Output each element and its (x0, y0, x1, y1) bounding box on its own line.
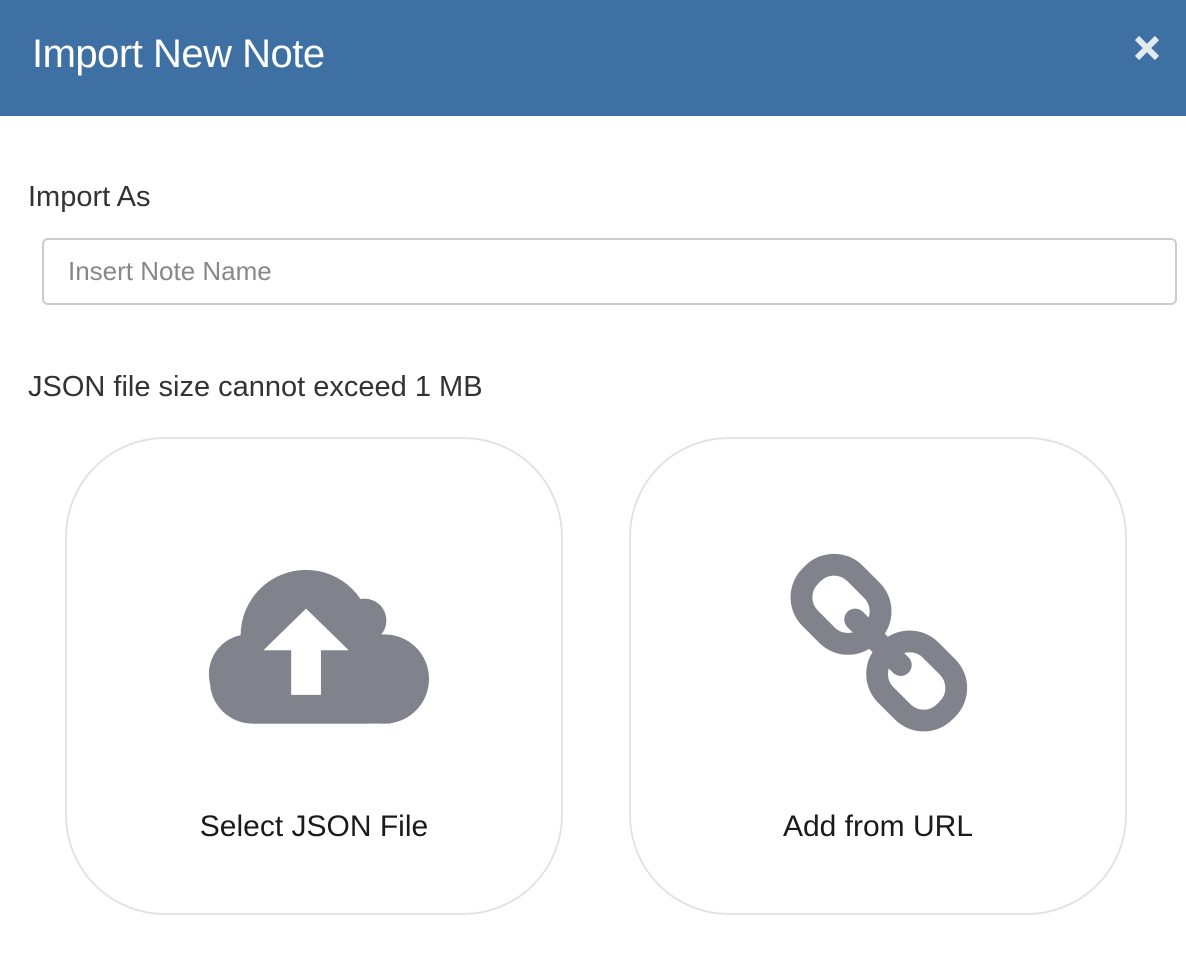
file-size-note: JSON file size cannot exceed 1 MB (28, 371, 483, 403)
import-note-dialog: Import New Note Import As JSON file size… (0, 0, 1186, 956)
add-from-url-button[interactable]: Add from URL (629, 437, 1127, 915)
select-json-file-button[interactable]: Select JSON File (65, 437, 563, 915)
note-name-input[interactable] (42, 238, 1177, 305)
close-button[interactable] (1133, 34, 1161, 62)
dialog-title: Import New Note (32, 32, 325, 76)
select-json-file-label: Select JSON File (199, 810, 429, 843)
add-from-url-label: Add from URL (782, 810, 974, 843)
import-as-label: Import As (28, 181, 151, 213)
dialog-header: Import New Note (0, 0, 1186, 116)
close-icon (1134, 35, 1160, 61)
